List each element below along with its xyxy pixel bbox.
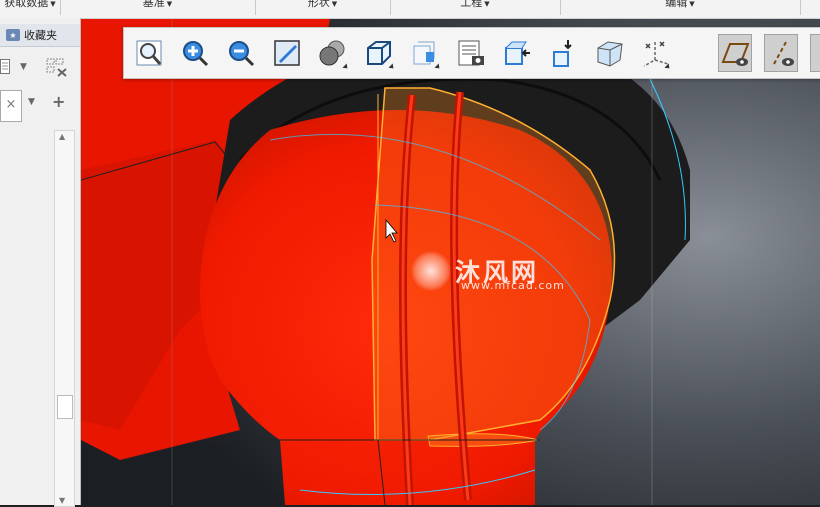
navigator-tabbar: ★ 收藏夹 (0, 24, 80, 47)
chevron-down-icon: ▼ (166, 0, 173, 8)
explode-button[interactable] (546, 34, 580, 72)
zoom-out-button[interactable] (224, 34, 258, 72)
ribbon-group-datum[interactable]: 基准 ▼ (60, 0, 256, 15)
point-display-button[interactable] (810, 34, 820, 72)
plane-display-button[interactable] (718, 34, 752, 72)
tab-favorites[interactable]: ★ 收藏夹 (6, 26, 57, 44)
scrollbar-thumb[interactable] (57, 395, 73, 419)
show-icon[interactable] (0, 58, 12, 79)
zoom-in-button[interactable] (178, 34, 212, 72)
perspective-view-icon (597, 41, 623, 67)
axis-display-button[interactable] (764, 34, 798, 72)
filter-input[interactable]: × (0, 90, 22, 122)
section-button[interactable] (500, 34, 534, 72)
chevron-down-icon: ▼ (50, 0, 56, 8)
zoom-out-icon (229, 41, 255, 67)
chevron-down-icon: ▼ (484, 0, 490, 8)
view-manager-button[interactable] (408, 34, 442, 72)
perspective-view-button[interactable] (592, 34, 626, 72)
display-style-button[interactable] (316, 34, 350, 72)
explode-icon (553, 40, 572, 67)
graphics-toolbar (123, 27, 820, 79)
watermark: 沐风网 www.mfcad.com (411, 251, 564, 292)
chevron-down-icon: ▼ (331, 0, 338, 8)
ribbon: 获取数据 ▼ 基准 ▼ 形状 ▼ 工程 ▼ 编辑 ▼ (0, 0, 820, 19)
repaint-icon (274, 40, 300, 66)
view-manager-icon (413, 41, 435, 65)
section-icon (505, 41, 530, 65)
add-button[interactable]: + (52, 92, 65, 111)
ribbon-group-shapes[interactable]: 形状 ▼ (255, 0, 391, 15)
scroll-down-icon[interactable]: ▼ (59, 496, 65, 505)
axis-display-icon (773, 41, 794, 66)
refit-icon (136, 40, 162, 66)
ribbon-group-engineering[interactable]: 工程 ▼ (390, 0, 561, 15)
navigator-panel: ★ 收藏夹 ▼ × ▼ + ▲ ▼ (0, 18, 81, 507)
appearance-button[interactable] (454, 34, 488, 72)
datum-display-button[interactable] (638, 34, 672, 72)
zoom-in-icon (183, 41, 209, 67)
close-icon[interactable]: × (6, 97, 17, 112)
saved-orientations-icon (367, 41, 391, 65)
ribbon-group-editing[interactable]: 编辑 ▼ (560, 0, 801, 15)
saved-orientations-button[interactable] (362, 34, 396, 72)
favorites-icon: ★ (6, 29, 20, 41)
settings-icon[interactable] (46, 58, 68, 81)
chevron-down-icon: ▼ (689, 0, 695, 8)
plane-display-icon (721, 43, 750, 66)
appearance-icon (458, 40, 484, 66)
chevron-down-icon[interactable]: ▼ (20, 62, 27, 72)
navigator-scrollbar[interactable]: ▲ ▼ (54, 130, 75, 507)
scroll-up-icon[interactable]: ▲ (59, 132, 65, 141)
repaint-button[interactable] (270, 34, 304, 72)
ribbon-group-get-data[interactable]: 获取数据 ▼ (0, 0, 61, 15)
refit-button[interactable] (132, 34, 166, 72)
display-style-icon (319, 40, 345, 66)
graphics-viewport[interactable]: 沐风网 www.mfcad.com (81, 19, 820, 505)
datum-display-icon (643, 41, 669, 67)
chevron-down-icon[interactable]: ▼ (28, 97, 35, 107)
watermark-logo-icon (411, 251, 451, 291)
